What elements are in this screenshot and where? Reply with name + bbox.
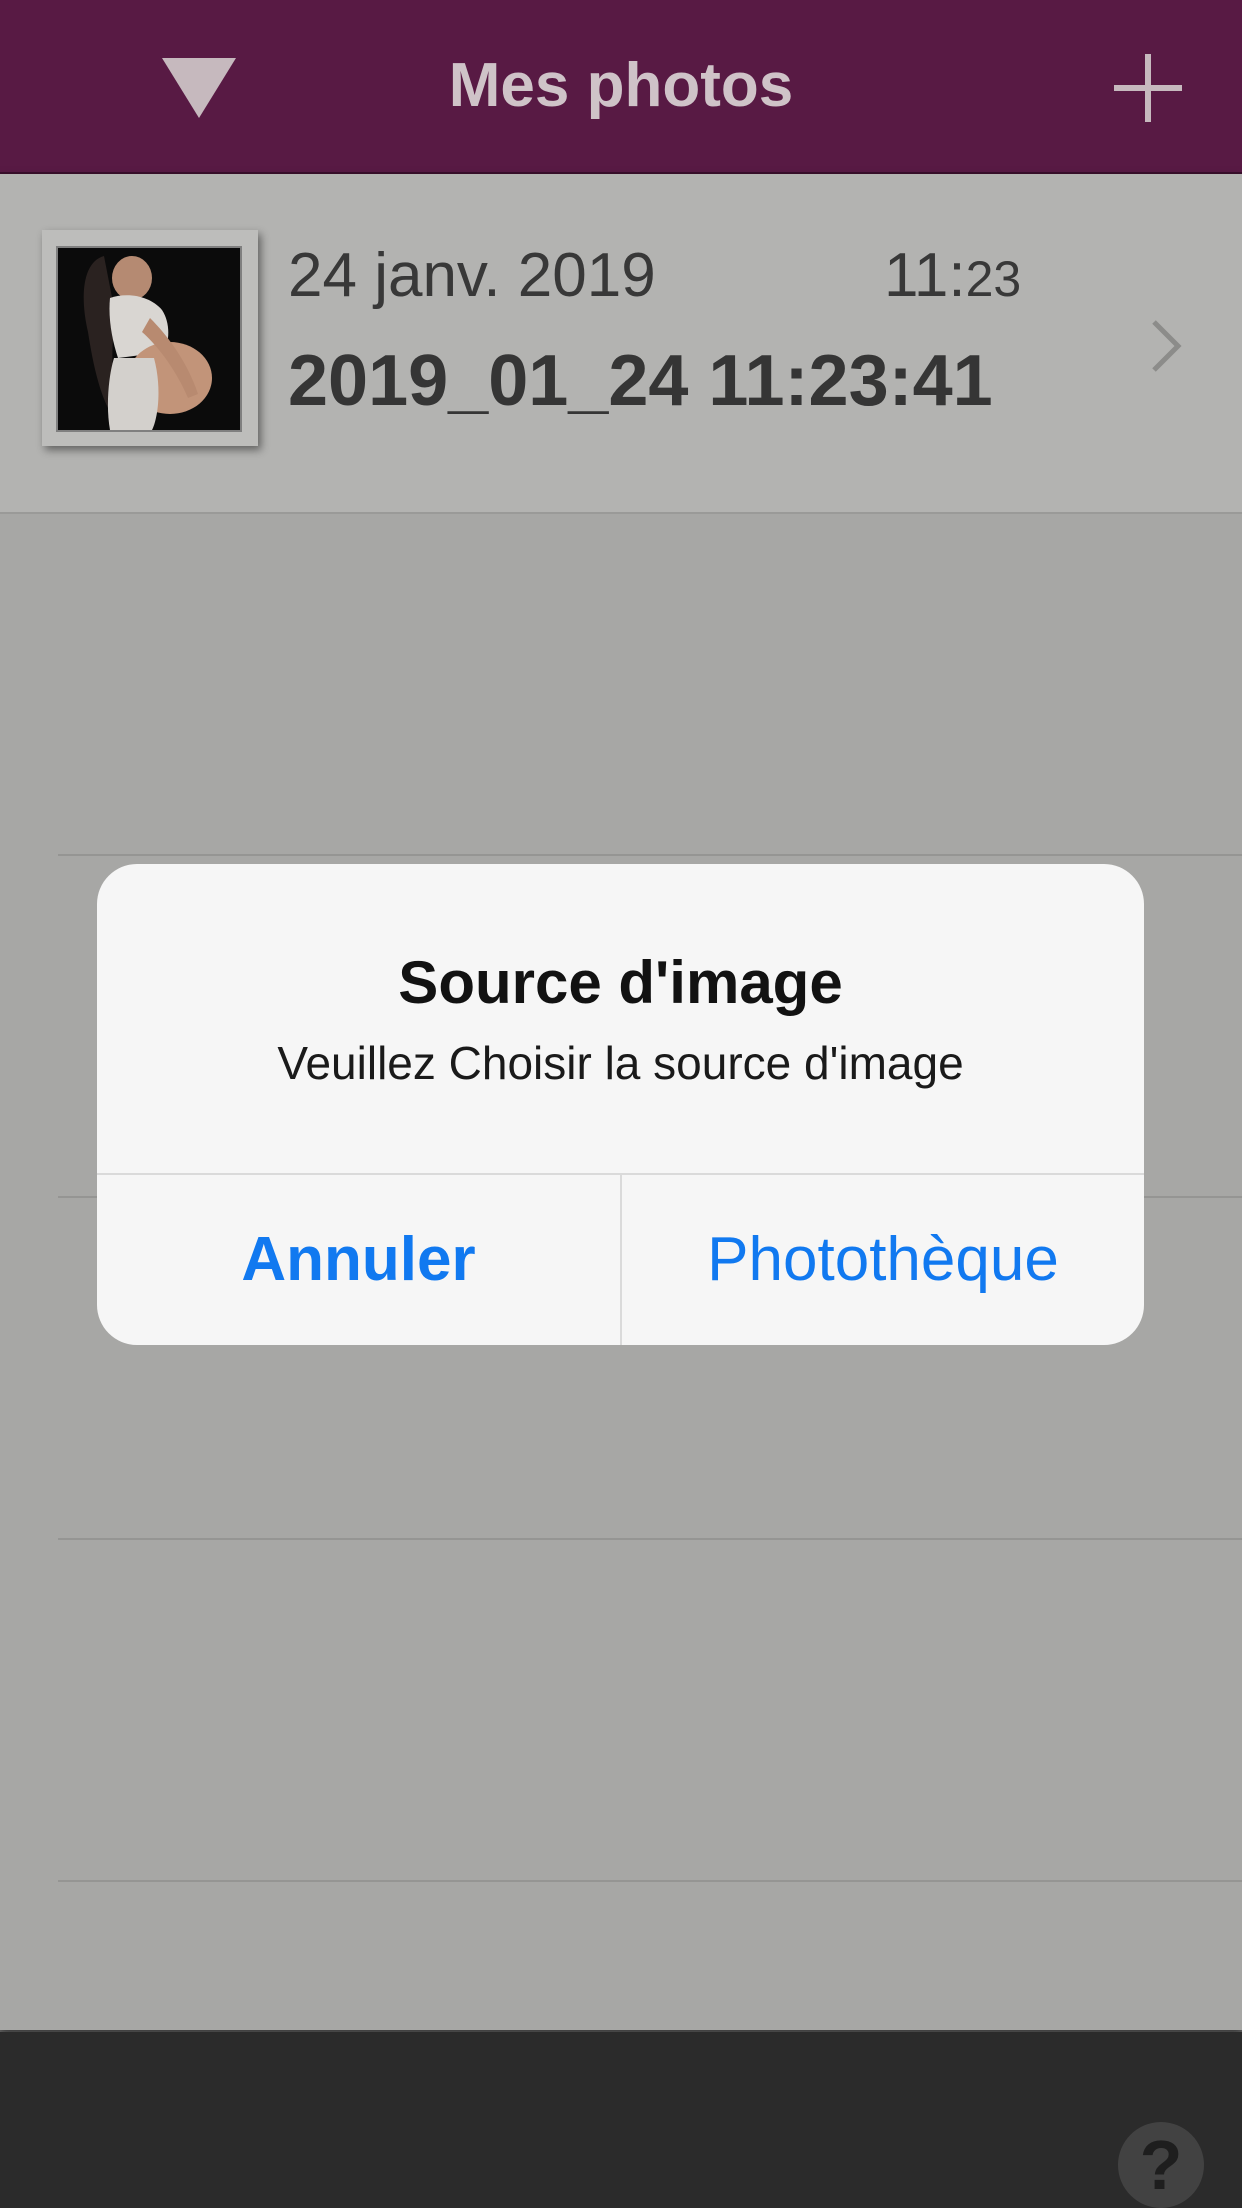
bottom-toolbar: ? (0, 2032, 1242, 2208)
image-source-alert: Source d'image Veuillez Choisir la sourc… (97, 864, 1144, 1345)
paper-line (58, 1880, 1242, 1882)
plus-icon[interactable] (1110, 50, 1186, 126)
pregnant-woman-photo (58, 248, 240, 430)
navigation-bar: Mes photos (0, 0, 1242, 174)
page-title: Mes photos (448, 51, 794, 120)
thumbnail-frame (42, 230, 258, 446)
photo-library-button[interactable]: Photothèque (622, 1175, 1144, 1345)
list-item[interactable]: 24 janv. 2019 11:23 2019_01_24 11:23:41 (0, 174, 1242, 514)
alert-message: Veuillez Choisir la source d'image (277, 1037, 964, 1089)
help-button[interactable]: ? (1118, 2122, 1204, 2208)
photo-date: 24 janv. 2019 (288, 241, 656, 310)
photo-thumbnail (56, 246, 242, 432)
alert-title: Source d'image (398, 949, 843, 1016)
chevron-right-icon[interactable] (1150, 318, 1184, 374)
photo-time-hours: 11: (884, 241, 966, 310)
photo-time: 11:23 (884, 240, 1021, 311)
paper-line (58, 1538, 1242, 1540)
paper-line (58, 854, 1242, 856)
cancel-button[interactable]: Annuler (97, 1175, 620, 1345)
photo-time-minutes: 23 (965, 251, 1022, 307)
photo-name: 2019_01_24 11:23:41 (288, 341, 993, 421)
